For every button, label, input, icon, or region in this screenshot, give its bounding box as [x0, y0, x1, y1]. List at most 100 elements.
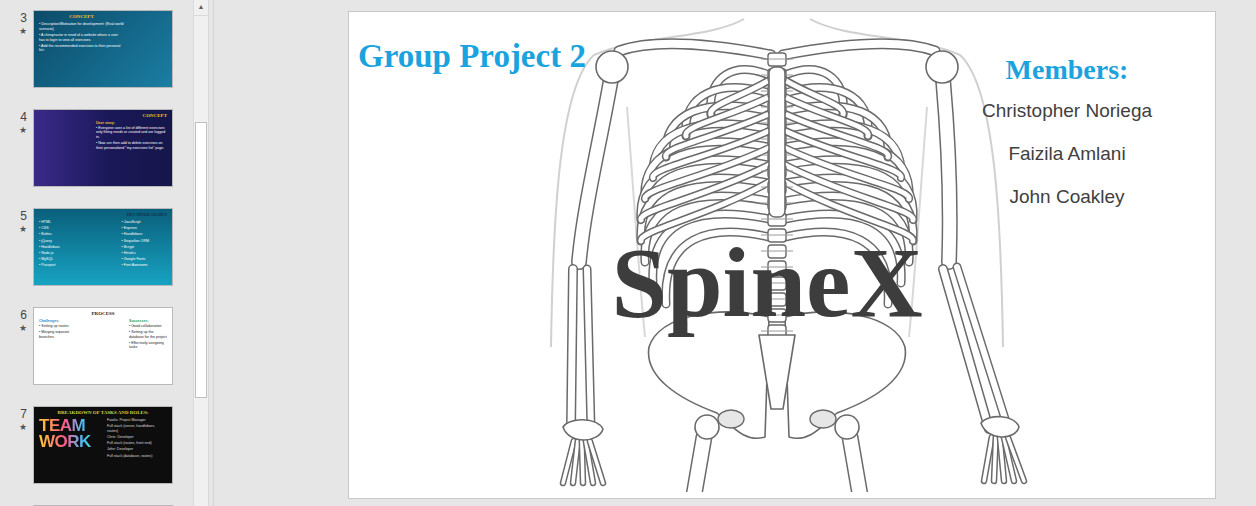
slide-content: PROCESS Challenges:Setting up routesMergi…: [34, 308, 172, 384]
animation-star-icon: ★: [19, 124, 27, 136]
bullet-item: Font Awesome: [122, 263, 149, 268]
bullet-item: Good collaboration: [129, 324, 167, 329]
slide-title[interactable]: Group Project 2: [358, 40, 586, 73]
bullet-item: Heroku: [122, 251, 149, 256]
slide-number: 6: [20, 308, 27, 322]
bullet-list: Setting up routesMerging separate branch…: [39, 324, 77, 340]
bullet-list: Description/Motivation for development: …: [39, 22, 124, 53]
bullet-item: Faizila: Project Manager: [107, 418, 167, 423]
text-column: User story:Everyone uses a list of diffe…: [96, 121, 167, 152]
slide-number: 4: [20, 110, 27, 124]
bullet-item: Add the recommended exercises to their p…: [39, 44, 124, 53]
bullet-item: Handlebars: [122, 232, 149, 237]
bullet-list: Everyone uses a list of different exerci…: [96, 126, 167, 151]
bullet-item: Node.js: [39, 251, 60, 256]
slide-content: BREAKDOWN OF TASKS AND ROLES:TEAM WORKFa…: [34, 407, 172, 483]
slide-title: CONCEPT: [39, 14, 124, 20]
slide-number-column: 3★: [0, 10, 33, 88]
slide-body: User story:Everyone uses a list of diffe…: [96, 121, 167, 152]
animation-star-icon: ★: [19, 322, 27, 334]
slide-number: 7: [20, 407, 27, 421]
members-box[interactable]: Members: Christopher Noriega Faizila Amlan…: [947, 53, 1187, 209]
text-column: Description/Motivation for development: …: [39, 22, 124, 55]
slide-thumbnail-row[interactable]: 7★ BREAKDOWN OF TASKS AND ROLES: TEAM WORK…: [0, 406, 193, 484]
slide-number-column: 7★: [0, 406, 33, 484]
members-label: Members:: [1006, 53, 1129, 87]
text-column: HTMLCSSBulma jQueryHandlebarsNode.jsMySQL…: [39, 220, 60, 269]
scrollbar[interactable]: ▲: [193, 0, 209, 506]
text-column: JavaScriptExpressHandlebars Sequelize ORM…: [122, 220, 149, 269]
text-column: Challenges:Setting up routesMerging sepa…: [39, 319, 77, 352]
bullet-item: Description/Motivation for development: …: [39, 22, 124, 31]
bullet-list: Faizila: Project ManagerFull stack (serv…: [107, 418, 167, 458]
slide-title: PROCESS: [39, 311, 167, 317]
bullet-item: Setting up routes: [39, 324, 77, 329]
slide-thumbnail-row[interactable]: 5★TECHNOLOGIESHTMLCSSBulmajQueryHandleba…: [0, 208, 193, 286]
bullet-item: Everyone uses a list of different exerci…: [96, 126, 167, 140]
thumbnail-list[interactable]: 3★CONCEPTDescription/Motivation for deve…: [0, 0, 193, 506]
bullet-item: HTML: [39, 220, 60, 225]
slide-number-column: 5★: [0, 208, 33, 286]
slide-content: TECHNOLOGIESHTMLCSSBulmajQueryHandlebars…: [34, 209, 172, 285]
bullet-item: A chiropractor in need of a website wher…: [39, 33, 124, 42]
scroll-up-button[interactable]: ▲: [194, 0, 208, 16]
bullet-item: Setting up the database for the project: [129, 330, 167, 339]
bullet-item: John: Developer: [107, 447, 167, 452]
animation-star-icon: ★: [19, 25, 27, 37]
bullet-item: Full stack (database, routes): [107, 454, 167, 459]
slide-body: HTMLCSSBulmajQueryHandlebarsNode.jsMySQL…: [39, 220, 167, 269]
slide-number-column: 6★: [0, 307, 33, 385]
slide-editor: Group Project 2 SpineX Members: Christopher…: [213, 0, 1256, 506]
bullet-list: HTMLCSSBulma jQueryHandlebarsNode.jsMySQL…: [39, 220, 60, 268]
bullet-item: Sequelize ORM: [122, 239, 149, 244]
bullet-item: MySQL: [39, 257, 60, 262]
slide-body: TEAM WORKFaizila: Project ManagerFull st…: [39, 418, 167, 460]
bullet-item: Full stack (server, handlebars, routes): [107, 424, 167, 433]
slide-title: CONCEPT: [96, 113, 167, 119]
slide-thumbnail[interactable]: CONCEPT Description/Motivation for develo…: [33, 10, 173, 88]
animation-star-icon: ★: [19, 421, 27, 433]
slide-number-column: [0, 505, 33, 506]
bullet-item: Google Fonts: [122, 257, 149, 262]
members-list: Christopher Noriega Faizila Amlani John Co…: [982, 99, 1152, 209]
slide-thumbnail-row[interactable]: 6★ PROCESS Challenges:Setting up routesMer…: [0, 307, 193, 385]
slide-thumbnail[interactable]: CONCEPT User story:Everyone uses a list o…: [33, 109, 173, 187]
bullet-item: Effectively assigning tasks: [129, 341, 167, 350]
bullet-item: CSS: [39, 226, 60, 231]
slide-canvas[interactable]: Group Project 2 SpineX Members: Christopher…: [348, 11, 1216, 499]
member-name: John Coakley: [1009, 185, 1124, 209]
slide-number: 5: [20, 209, 27, 223]
slide-content: CONCEPT Description/Motivation for develo…: [34, 11, 172, 87]
slide-body: Description/Motivation for development: …: [39, 22, 124, 55]
slide-body: Challenges:Setting up routesMerging sepa…: [39, 319, 167, 352]
team-work-art: TEAM WORK: [39, 418, 103, 460]
slide-number: 3: [20, 11, 27, 25]
slide-number-column: 4★: [0, 109, 33, 187]
bullet-item: Bcrypt: [122, 245, 149, 250]
slide-thumbnail-row[interactable]: 4★ CONCEPT User story:Everyone uses a list…: [0, 109, 193, 187]
slide-thumbnail[interactable]: TECHNOLOGIESHTMLCSSBulmajQueryHandlebars…: [33, 208, 173, 286]
bullet-item: JavaScript: [122, 220, 149, 225]
thumbnail-pane: 3★CONCEPTDescription/Motivation for deve…: [0, 0, 213, 506]
logo-text[interactable]: SpineX: [557, 233, 977, 333]
slide-thumbnail[interactable]: [33, 505, 173, 506]
slide-title: BREAKDOWN OF TASKS AND ROLES:: [39, 410, 167, 416]
slide-thumbnail[interactable]: BREAKDOWN OF TASKS AND ROLES:TEAM WORKFa…: [33, 406, 173, 484]
slide-title: TECHNOLOGIES: [39, 212, 167, 218]
bullet-item: Merging separate branches: [39, 330, 77, 339]
slide-thumbnail[interactable]: PROCESS Challenges:Setting up routesMergi…: [33, 307, 173, 385]
bullet-item: jQuery: [39, 239, 60, 244]
slide-thumbnail-row[interactable]: 3★ CONCEPT Description/Motivation for deve…: [0, 10, 193, 88]
slide-thumbnail-row[interactable]: [0, 505, 193, 506]
text-column: Faizila: Project ManagerFull stack (serv…: [107, 418, 167, 460]
animation-star-icon: ★: [19, 223, 27, 235]
member-name: Christopher Noriega: [982, 99, 1152, 123]
scrollbar-thumb[interactable]: [195, 122, 207, 398]
bullet-item: Bulma: [39, 232, 60, 237]
bullet-item: Handlebars: [39, 245, 60, 250]
text-column: Successes:Good collaborationSetting up t…: [129, 319, 167, 352]
bullet-item: Chris: Developer: [107, 435, 167, 440]
bullet-list: JavaScriptExpressHandlebars Sequelize ORM…: [122, 220, 149, 268]
member-name: Faizila Amlani: [1008, 142, 1125, 166]
bullet-item: Express: [122, 226, 149, 231]
